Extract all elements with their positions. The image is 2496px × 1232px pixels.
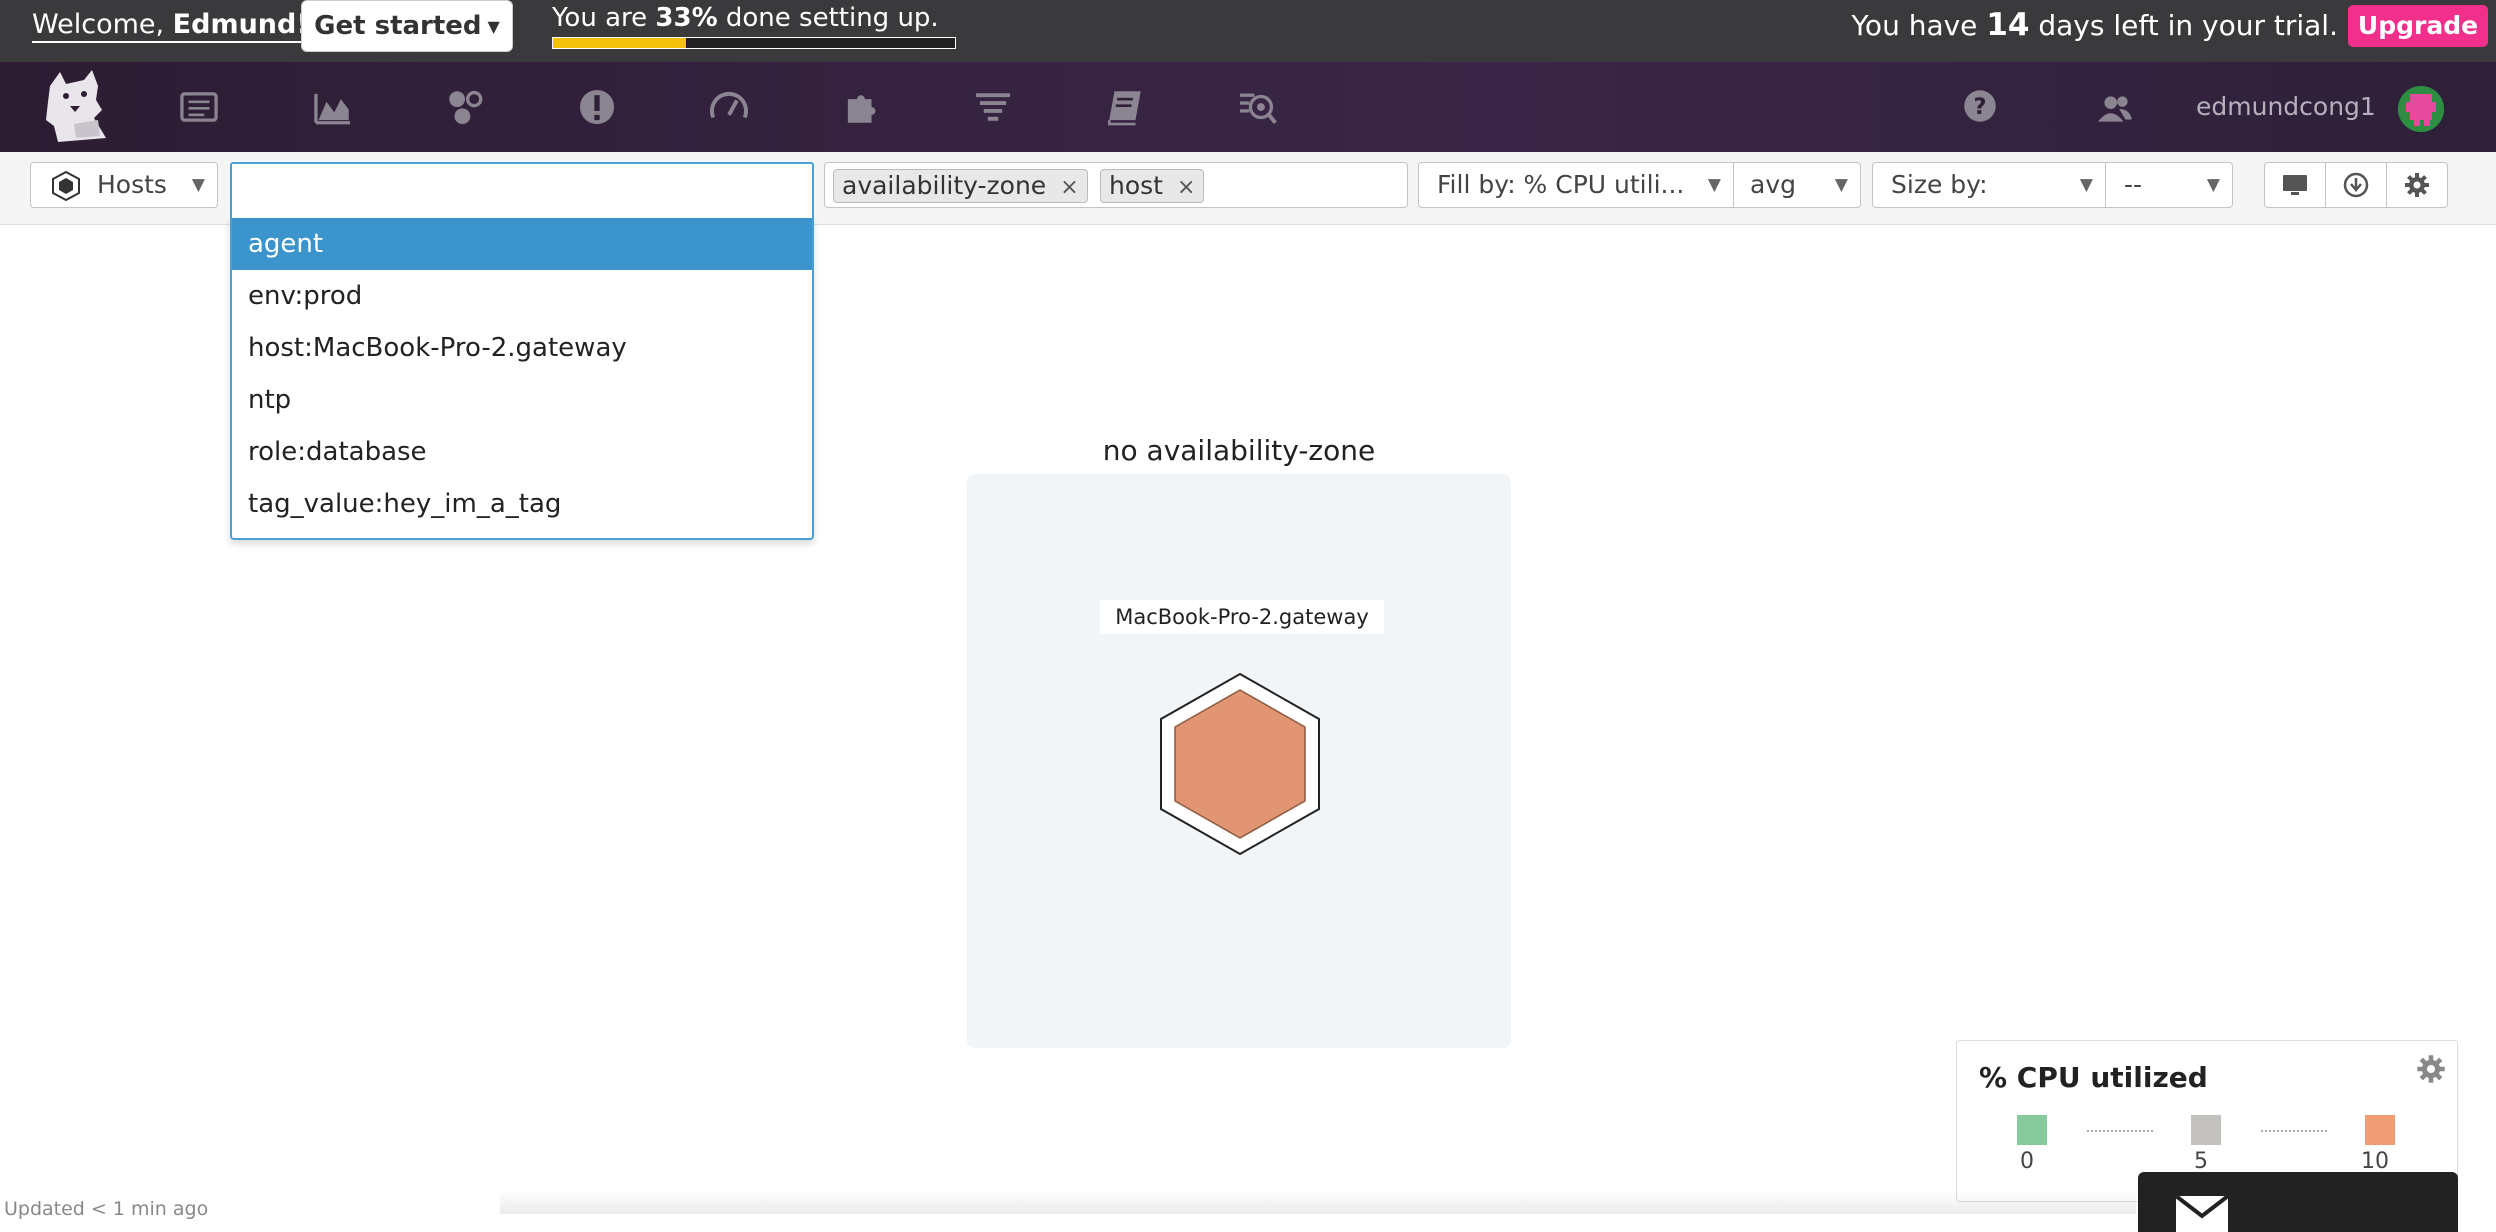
view-button-group (2264, 162, 2448, 208)
upgrade-button[interactable]: Upgrade (2348, 5, 2488, 47)
dropdown-option[interactable]: role:database (232, 426, 812, 478)
dropdown-option[interactable]: agent (232, 218, 812, 270)
aggregation-label: avg (1750, 170, 1796, 199)
dropdown-option[interactable]: host:MacBook-Pro-2.gateway (232, 322, 812, 374)
legend-swatch-label: 0 (2020, 1149, 2034, 1174)
setup-progress-fill (553, 38, 686, 48)
infrastructure-icon[interactable] (444, 86, 486, 128)
caret-down-icon: ▼ (2079, 175, 2093, 195)
dropdown-option[interactable]: tag_value:hey_im_a_tag (232, 478, 812, 530)
fill-by-label: Fill by: % CPU utili... (1437, 170, 1685, 199)
size-aggregation-label: -- (2124, 170, 2143, 199)
close-icon[interactable]: × (1060, 175, 1078, 200)
avatar[interactable] (2398, 86, 2444, 132)
trial-days: 14 (1986, 7, 2030, 43)
caret-down-icon: ▼ (191, 175, 205, 195)
caret-down-icon: ▼ (2206, 175, 2220, 195)
legend-divider (2261, 1130, 2327, 1132)
trial-prefix: You have (1851, 9, 1987, 42)
mail-icon (2174, 1194, 2230, 1232)
feedback-widget[interactable] (2138, 1172, 2458, 1232)
group-tag[interactable]: availability-zone × (833, 169, 1088, 203)
legend-swatch (2191, 1115, 2221, 1145)
last-updated-text: Updated < 1 min ago (4, 1198, 209, 1220)
integrations-icon[interactable] (840, 86, 882, 128)
fill-by-select[interactable]: Fill by: % CPU utili... ▼ (1418, 162, 1734, 208)
host-label: MacBook-Pro-2.gateway (1100, 600, 1384, 634)
legend-divider (2087, 1130, 2153, 1132)
get-started-button[interactable]: Get started ▼ (301, 0, 513, 52)
events-icon[interactable] (178, 86, 220, 128)
legend-swatch (2017, 1115, 2047, 1145)
group-tag-label: availability-zone (842, 171, 1047, 200)
setup-progress-text: You are 33% done setting up. (552, 3, 939, 33)
legend-swatch (2365, 1115, 2395, 1145)
settings-button[interactable] (2387, 163, 2448, 207)
username[interactable]: edmundcong1 (2196, 92, 2376, 121)
caret-down-icon: ▼ (487, 16, 500, 36)
metrics-icon[interactable] (312, 86, 354, 128)
welcome-link[interactable]: Welcome, Edmund! (32, 10, 309, 43)
tv-mode-button[interactable] (2265, 163, 2326, 207)
download-icon (2343, 172, 2369, 198)
bottom-shadow (500, 1190, 2136, 1214)
aggregation-select[interactable]: avg ▼ (1733, 162, 1861, 208)
tag-suggestion-dropdown: agent env:prod host:MacBook-Pro-2.gateway n… (230, 218, 814, 540)
size-by-label: Size by: (1891, 170, 1988, 199)
gear-icon[interactable] (2415, 1053, 2447, 1085)
host-map-toolbar: Hosts ▼ availability-zone × host × Fill by… (0, 152, 2496, 225)
team-icon[interactable] (2096, 88, 2134, 130)
group-title: no availability-zone (1102, 434, 1376, 467)
caret-down-icon: ▼ (1834, 175, 1848, 195)
monitor-icon (2283, 175, 2307, 195)
watchdog-icon[interactable] (1236, 86, 1278, 128)
close-icon[interactable]: × (1177, 175, 1195, 200)
hexagon-icon (52, 171, 80, 201)
hosts-select-label: Hosts (97, 170, 167, 199)
dropdown-option[interactable]: ntp (232, 374, 812, 426)
hosts-select[interactable]: Hosts ▼ (30, 162, 218, 208)
dashboards-icon[interactable] (708, 86, 750, 128)
gear-icon (2405, 173, 2429, 197)
setup-prefix: You are (552, 3, 656, 33)
help-icon[interactable]: ? (1962, 88, 1998, 124)
notebooks-icon[interactable] (1104, 86, 1146, 128)
datadog-logo[interactable] (36, 66, 116, 146)
host-hexagon[interactable] (1158, 672, 1322, 856)
caret-down-icon: ▼ (1707, 175, 1721, 195)
welcome-name: Edmund! (172, 9, 309, 40)
monitors-icon[interactable] (576, 86, 618, 128)
size-aggregation-select[interactable]: -- ▼ (2105, 162, 2233, 208)
group-tag[interactable]: host × (1100, 169, 1205, 203)
group-tag-label: host (1109, 171, 1163, 200)
welcome-prefix: Welcome, (32, 9, 173, 40)
setup-suffix: done setting up. (717, 3, 939, 33)
legend-title: % CPU utilized (1979, 1061, 2208, 1094)
size-by-select[interactable]: Size by: ▼ (1872, 162, 2106, 208)
legend-swatch-label: 10 (2361, 1149, 2389, 1174)
logs-icon[interactable] (972, 86, 1014, 128)
setup-percent: 33% (655, 3, 718, 33)
export-button[interactable] (2326, 163, 2387, 207)
group-by-input[interactable]: availability-zone × host × (824, 162, 1408, 208)
svg-text:?: ? (1973, 94, 1986, 120)
dropdown-option[interactable]: env:prod (232, 270, 812, 322)
trial-suffix: days left in your trial. (2029, 9, 2338, 42)
get-started-label: Get started (314, 11, 482, 41)
trial-banner: Welcome, Edmund! Get started ▼ You are 33… (0, 0, 2496, 62)
filter-search-input[interactable] (230, 162, 814, 220)
setup-progress-bar (552, 37, 956, 49)
legend-swatch-label: 5 (2194, 1149, 2208, 1174)
main-nav: ? edmundcong1 (0, 62, 2496, 203)
trial-remaining-text: You have 14 days left in your trial. (1852, 8, 2338, 43)
